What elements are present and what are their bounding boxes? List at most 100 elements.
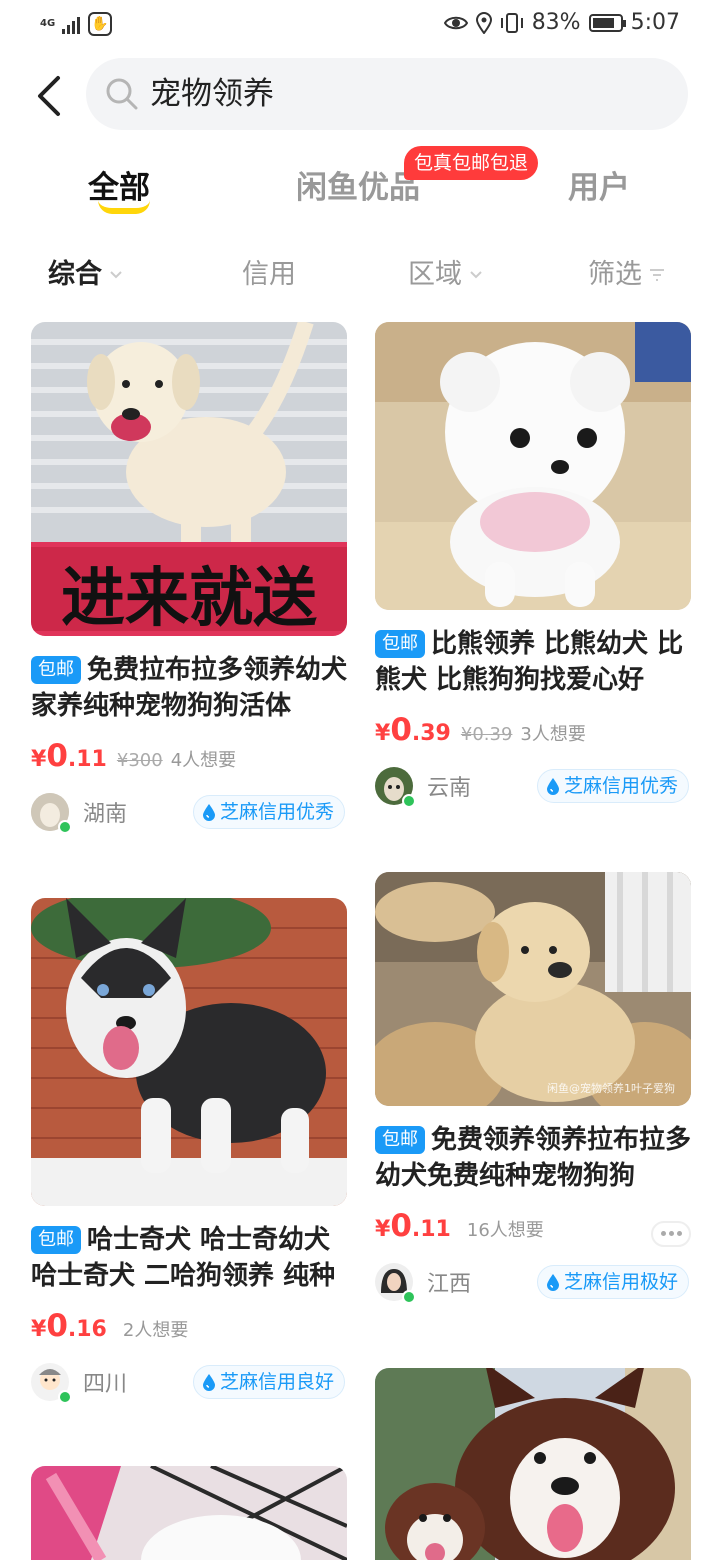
credit-label: 芝麻信用优秀 xyxy=(563,775,678,797)
filter-screen[interactable]: 筛选 xyxy=(588,258,666,292)
filter-credit[interactable]: 信用 xyxy=(242,258,296,292)
image-watermark: 闲鱼@宠物领养1叶子爱狗 xyxy=(547,1081,675,1095)
search-icon xyxy=(106,78,138,110)
product-title[interactable]: 包邮 免费领养领养拉布拉多幼犬免费纯种宠物狗狗 xyxy=(375,1122,691,1194)
battery-fill xyxy=(592,17,615,28)
price-decimal: .39 xyxy=(411,721,451,746)
filter-screen-label: 筛选 xyxy=(588,259,642,290)
credit-label: 芝麻信用优秀 xyxy=(219,801,334,823)
battery-icon xyxy=(588,13,626,32)
credit-badge: 芝麻信用优秀 xyxy=(536,769,689,803)
price-row: ¥ 0 .16 2人想要 xyxy=(31,1308,347,1348)
filter-region[interactable]: 区域 xyxy=(408,258,484,292)
product-card[interactable]: 进来就送 包邮 免费拉布拉多领养幼犬家养纯种宠物狗狗活体 ¥ 0 .11 ¥300… xyxy=(31,322,347,834)
credit-label: 芝麻信用极好 xyxy=(563,1271,678,1293)
product-image[interactable] xyxy=(31,898,347,1206)
seller-region: 江西 xyxy=(427,1272,472,1297)
network-type: 4G xyxy=(40,18,56,29)
active-tab-underline xyxy=(98,200,150,214)
want-count: 3人想要 xyxy=(520,724,586,745)
free-shipping-tag: 包邮 xyxy=(31,656,81,684)
labrador-photo: 进来就送 xyxy=(31,322,347,636)
avatar[interactable] xyxy=(31,1363,72,1404)
pet-photo xyxy=(31,1466,347,1560)
price-integer: 0 xyxy=(46,738,68,774)
signal-icon xyxy=(62,14,80,34)
more-options-button[interactable] xyxy=(651,1220,691,1247)
credit-badge: 芝麻信用良好 xyxy=(192,1365,345,1399)
product-card[interactable] xyxy=(375,1368,691,1560)
tab-xianyu-premium[interactable]: 闲鱼优品 xyxy=(296,168,420,208)
price-decimal: .11 xyxy=(411,1217,451,1242)
credit-label: 芝麻信用良好 xyxy=(219,1371,334,1393)
credit-badge: 芝麻信用优秀 xyxy=(192,795,345,829)
price-row: ¥ 0 .11 ¥300 4人想要 xyxy=(31,738,347,778)
filter-comprehensive[interactable]: 综合 xyxy=(48,258,124,292)
chevron-down-icon xyxy=(470,271,482,279)
currency-symbol: ¥ xyxy=(31,747,47,772)
status-right: 83% 5:07 xyxy=(443,10,680,35)
currency-symbol: ¥ xyxy=(375,1217,391,1242)
product-image[interactable]: 进来就送 xyxy=(31,322,347,636)
seller-row: 四川 芝麻信用良好 xyxy=(31,1362,347,1404)
product-image[interactable]: 闲鱼@宠物领养1叶子爱狗 xyxy=(375,872,691,1106)
free-shipping-tag: 包邮 xyxy=(375,630,425,658)
status-left: 4G ✋ xyxy=(40,12,112,36)
seller-row: 云南 芝麻信用优秀 xyxy=(375,766,691,808)
search-input[interactable]: 宠物领养 xyxy=(86,58,688,130)
malamute-photo xyxy=(375,1368,691,1560)
water-drop-icon xyxy=(202,1374,215,1391)
husky-photo xyxy=(31,898,347,1206)
want-count: 4人想要 xyxy=(170,750,237,771)
water-drop-icon xyxy=(202,804,215,821)
product-title[interactable]: 包邮 哈士奇犬 哈士奇幼犬 哈士奇犬 二哈狗领养 纯种 xyxy=(31,1222,347,1294)
want-count: 2人想要 xyxy=(122,1320,189,1341)
avatar[interactable] xyxy=(31,793,72,834)
product-image[interactable] xyxy=(375,322,691,610)
labrador-puppies-photo: 闲鱼@宠物领养1叶子爱狗 xyxy=(375,872,691,1106)
chevron-down-icon xyxy=(110,271,122,279)
avatar[interactable] xyxy=(375,1263,416,1304)
price-row: ¥ 0 .11 16人想要 xyxy=(375,1208,691,1248)
search-query: 宠物领养 xyxy=(150,76,274,112)
seller-row: 江西 芝麻信用极好 xyxy=(375,1262,691,1304)
price-row: ¥ 0 .39 ¥0.39 3人想要 xyxy=(375,712,691,752)
price-integer: 0 xyxy=(390,712,412,748)
avatar[interactable] xyxy=(375,767,416,808)
filter-region-label: 区域 xyxy=(408,259,462,290)
vibrate-icon xyxy=(500,12,523,33)
product-card[interactable]: 闲鱼@宠物领养1叶子爱狗 包邮 免费领养领养拉布拉多幼犬免费纯种宠物狗狗 ¥ 0 … xyxy=(375,872,691,1304)
seller-region: 云南 xyxy=(427,776,472,801)
seller-region: 湖南 xyxy=(83,802,128,827)
eye-icon xyxy=(443,16,468,29)
seller-region: 四川 xyxy=(83,1372,128,1397)
online-indicator xyxy=(58,820,72,834)
credit-badge: 芝麻信用极好 xyxy=(536,1265,689,1299)
online-indicator xyxy=(402,1290,416,1304)
product-image[interactable] xyxy=(31,1466,347,1560)
product-image[interactable] xyxy=(375,1368,691,1560)
tab-users[interactable]: 用户 xyxy=(568,168,630,208)
promo-badge: 包真包邮包退 xyxy=(404,146,539,180)
online-indicator xyxy=(402,794,416,808)
online-indicator xyxy=(58,1390,72,1404)
price-decimal: .16 xyxy=(67,1317,107,1342)
product-card[interactable]: 包邮 哈士奇犬 哈士奇幼犬 哈士奇犬 二哈狗领养 纯种 ¥ 0 .16 2人想要 … xyxy=(31,898,347,1404)
product-title[interactable]: 包邮 比熊领养 比熊幼犬 比熊犬 比熊狗狗找爱心好 xyxy=(375,626,691,698)
free-shipping-tag: 包邮 xyxy=(31,1226,81,1254)
filter-credit-label: 信用 xyxy=(242,259,296,290)
filter-comprehensive-label: 综合 xyxy=(48,259,102,290)
product-card[interactable]: 包邮 比熊领养 比熊幼犬 比熊犬 比熊狗狗找爱心好 ¥ 0 .39 ¥0.39 3… xyxy=(375,322,691,808)
bichon-photo xyxy=(375,322,691,610)
hand-icon: ✋ xyxy=(88,12,112,36)
currency-symbol: ¥ xyxy=(375,721,391,746)
price-integer: 0 xyxy=(390,1208,412,1244)
back-arrow-icon xyxy=(38,76,60,116)
currency-symbol: ¥ xyxy=(31,1317,47,1342)
back-button[interactable] xyxy=(30,72,70,120)
product-title[interactable]: 包邮 免费拉布拉多领养幼犬家养纯种宠物狗狗活体 xyxy=(31,652,347,724)
water-drop-icon xyxy=(546,778,559,795)
clock: 5:07 xyxy=(630,10,680,35)
product-card[interactable] xyxy=(31,1466,347,1560)
price-integer: 0 xyxy=(46,1308,68,1344)
